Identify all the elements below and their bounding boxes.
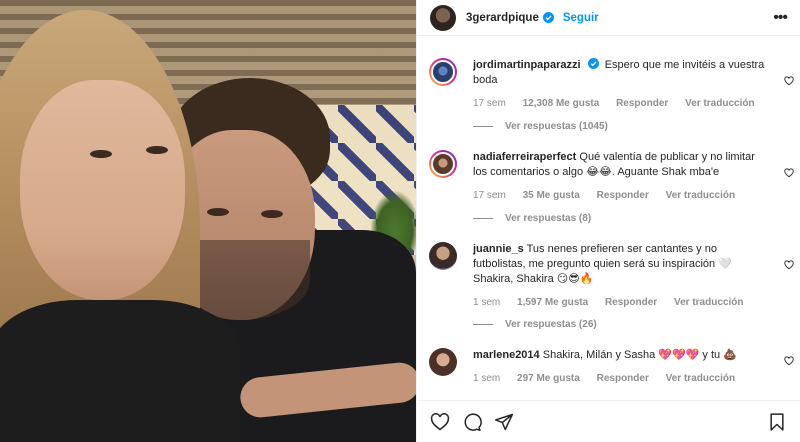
commenter-username[interactable]: jordimartinpaparazzi <box>473 59 581 71</box>
translate-button[interactable]: Ver traducción <box>685 98 754 109</box>
comment-item: jordimartinpaparazzi Espero que me invit… <box>429 58 800 109</box>
more-options-button[interactable]: ••• <box>773 9 788 27</box>
reply-button[interactable]: Responder <box>597 190 649 201</box>
comment-meta: 17 sem 35 Me gusta Responder Ver traducc… <box>473 190 800 201</box>
view-replies-button[interactable]: Ver respuestas (1045) <box>473 121 608 132</box>
verified-badge-icon <box>587 58 599 69</box>
like-comment-heart-icon[interactable] <box>784 168 794 178</box>
post-photo[interactable] <box>0 0 416 442</box>
share-icon[interactable] <box>494 412 514 432</box>
comment-item: nadiaferreiraperfect Qué valentía de pub… <box>429 150 800 201</box>
comment-likes[interactable]: 1,597 Me gusta <box>517 297 588 308</box>
commenter-username[interactable]: juannie_s <box>473 243 524 255</box>
comment-text: Shakira, Milán y Sasha 💖💖💖 y tu 💩 <box>542 349 737 361</box>
reply-button[interactable]: Responder <box>597 373 649 384</box>
comment-body: nadiaferreiraperfect Qué valentía de pub… <box>473 150 766 180</box>
comment-meta: 1 sem 1,597 Me gusta Responder Ver tradu… <box>473 297 800 308</box>
like-comment-heart-icon[interactable] <box>784 76 794 86</box>
comment-body: juannie_s Tus nenes prefieren ser cantan… <box>473 242 766 287</box>
comment-time: 1 sem <box>473 297 501 308</box>
translate-button[interactable]: Ver traducción <box>674 297 743 308</box>
comment-time: 17 sem <box>473 98 506 109</box>
comment-body: marlene2014 Shakira, Milán y Sasha 💖💖💖 y… <box>473 348 766 363</box>
commenter-avatar[interactable] <box>429 58 457 86</box>
commenter-username[interactable]: marlene2014 <box>473 349 540 361</box>
author-username[interactable]: 3gerardpique <box>466 12 539 24</box>
commenter-avatar[interactable] <box>429 242 457 270</box>
comment-time: 17 sem <box>473 190 506 201</box>
comment-meta: 17 sem 12,308 Me gusta Responder Ver tra… <box>473 98 800 109</box>
post-header: 3gerardpique Seguir ••• <box>417 0 800 36</box>
bookmark-icon[interactable] <box>767 412 787 432</box>
commenter-username[interactable]: nadiaferreiraperfect <box>473 151 576 163</box>
commenter-avatar[interactable] <box>429 348 457 376</box>
comment-meta: 1 sem 297 Me gusta Responder Ver traducc… <box>473 373 800 384</box>
reply-button[interactable]: Responder <box>605 297 657 308</box>
translate-button[interactable]: Ver traducción <box>666 373 735 384</box>
follow-button[interactable]: Seguir <box>563 12 599 24</box>
woman-top <box>0 300 240 442</box>
comment-item: marlene2014 Shakira, Milán y Sasha 💖💖💖 y… <box>429 348 800 384</box>
verified-badge-icon <box>542 12 554 23</box>
reply-button[interactable]: Responder <box>616 98 668 109</box>
woman-face <box>20 80 185 300</box>
post-side-panel: 3gerardpique Seguir ••• jordimartinpapar… <box>416 0 800 442</box>
comment-item: juannie_s Tus nenes prefieren ser cantan… <box>429 242 800 308</box>
translate-button[interactable]: Ver traducción <box>666 190 735 201</box>
like-comment-heart-icon[interactable] <box>784 260 794 270</box>
view-replies-button[interactable]: Ver respuestas (8) <box>473 213 591 224</box>
view-replies-button[interactable]: Ver respuestas (26) <box>473 319 597 330</box>
commenter-avatar[interactable] <box>429 150 457 178</box>
author-avatar[interactable] <box>430 4 456 31</box>
comment-likes[interactable]: 35 Me gusta <box>523 190 580 201</box>
comment-body: jordimartinpaparazzi Espero que me invit… <box>473 58 766 88</box>
instagram-post: 3gerardpique Seguir ••• jordimartinpapar… <box>0 0 800 442</box>
like-comment-heart-icon[interactable] <box>784 356 794 366</box>
comment-icon[interactable] <box>462 412 482 432</box>
comment-time: 1 sem <box>473 373 501 384</box>
comment-likes[interactable]: 12,308 Me gusta <box>523 98 600 109</box>
post-action-bar <box>417 400 800 442</box>
heart-icon[interactable] <box>430 412 450 432</box>
comment-likes[interactable]: 297 Me gusta <box>517 373 580 384</box>
